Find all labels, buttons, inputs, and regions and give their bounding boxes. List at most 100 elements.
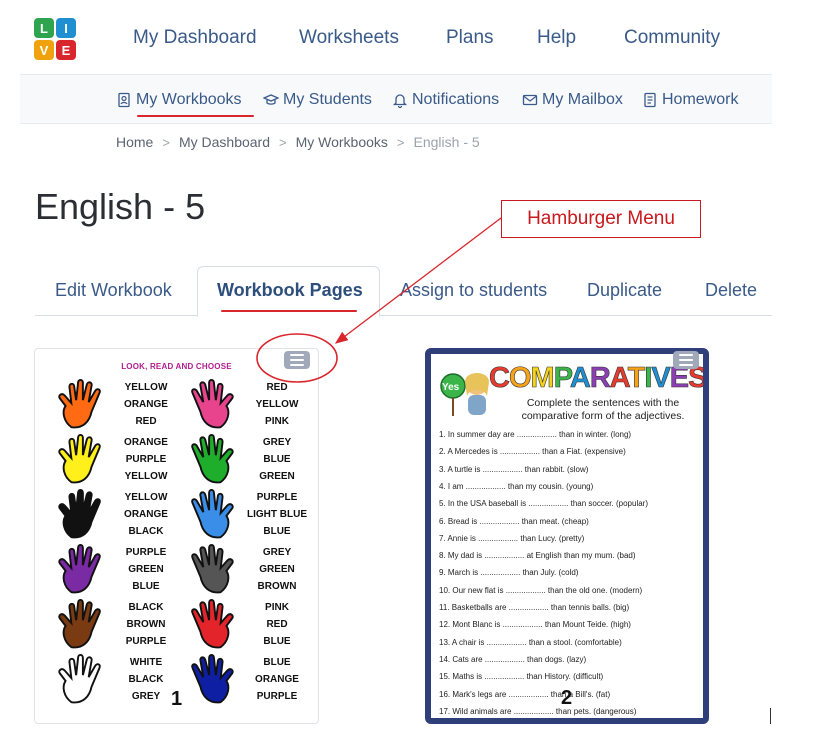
right-hand-3-word-2: LIGHT BLUE <box>247 509 307 520</box>
page2-sentence: 8. My dad is .................. at Engli… <box>439 551 636 561</box>
page2-title-letter: A <box>569 362 592 395</box>
left-hand-4-word-2: GREEN <box>128 564 164 575</box>
page2-hamburger-menu-icon[interactable] <box>673 351 699 369</box>
chevron-right-icon: > <box>279 134 287 150</box>
left-hand-4-icon <box>58 544 101 594</box>
bell-icon <box>392 94 408 108</box>
nav-help[interactable]: Help <box>537 27 576 49</box>
breadcrumb-my-dashboard[interactable]: My Dashboard <box>179 134 270 150</box>
left-hand-6-word-2: BLACK <box>128 674 164 685</box>
subnav-my-mailbox-label: My Mailbox <box>542 91 623 108</box>
right-hand-4-icon <box>191 544 234 594</box>
right-hand-5-word-3: BLUE <box>263 636 291 647</box>
page-number-1: 1 <box>171 688 183 710</box>
page2-title-letter: C <box>489 362 511 395</box>
right-hand-3-word-1: PURPLE <box>256 492 298 503</box>
right-hand-4-word-2: GREEN <box>259 564 295 575</box>
tab-edit-workbook[interactable]: Edit Workbook <box>55 280 172 301</box>
right-hand-6-word-1: BLUE <box>263 657 291 668</box>
subnav-notifications-label: Notifications <box>412 91 500 108</box>
left-hand-2-word-3: YELLOW <box>124 471 168 482</box>
left-hand-1-icon <box>58 379 101 429</box>
nav-plans[interactable]: Plans <box>446 27 494 49</box>
left-hand-3-word-1: YELLOW <box>124 492 168 503</box>
right-hand-3-icon <box>191 489 234 539</box>
left-hand-5-word-3: PURPLE <box>125 636 167 647</box>
left-hand-1-word-2: ORANGE <box>124 399 168 410</box>
tab-assign-to-students[interactable]: Assign to students <box>400 280 547 301</box>
page2-sentence: 5. In the USA baseball is ..............… <box>439 499 648 509</box>
right-hand-5-word-1: PINK <box>265 602 289 613</box>
chevron-right-icon: > <box>396 134 405 150</box>
logo-letter-e: E <box>56 40 76 60</box>
left-hand-2-icon <box>58 434 101 484</box>
subnav-homework[interactable]: Homework <box>642 91 738 109</box>
subnav-my-workbooks-label: My Workbooks <box>136 91 242 108</box>
right-hand-4-word-1: GREY <box>262 547 292 558</box>
live-logo[interactable]: L I V E <box>34 18 76 60</box>
page2-title-letter: A <box>609 362 629 395</box>
subnav-notifications[interactable]: Notifications <box>392 91 499 109</box>
page2-instructions: Complete the sentences with the comparat… <box>521 397 685 422</box>
tab-duplicate[interactable]: Duplicate <box>587 280 662 301</box>
workbook-pages-underline <box>221 310 357 312</box>
nav-worksheets[interactable]: Worksheets <box>299 27 399 49</box>
right-hand-6-word-2: ORANGE <box>255 674 299 685</box>
left-hand-6-icon <box>58 654 101 704</box>
right-hand-4-word-3: BROWN <box>257 581 297 592</box>
page2-sentence: 14. Cats are .................. than dog… <box>439 654 587 664</box>
subnav-my-mailbox[interactable]: My Mailbox <box>522 91 623 109</box>
page2-title-letter: M <box>530 362 555 395</box>
workbook-page-2[interactable]: Yes COMPARATIVES Complete the sentences … <box>425 348 709 724</box>
page2-title-letter: R <box>589 362 612 395</box>
page2-sentence: 16. Mark's legs are .................. t… <box>439 689 611 699</box>
breadcrumb-home[interactable]: Home <box>116 134 153 150</box>
left-hand-3-word-3: BLACK <box>128 526 164 537</box>
right-hand-2-word-3: GREEN <box>259 471 295 482</box>
left-hand-4-word-3: BLUE <box>132 581 160 592</box>
homework-icon <box>644 92 656 108</box>
page2-sentence: 6. Bread is .................. than meat… <box>439 516 589 526</box>
tab-workbook-pages[interactable]: Workbook Pages <box>217 280 363 301</box>
page1-hamburger-menu-icon[interactable] <box>284 351 310 369</box>
breadcrumb: Home > My Dashboard > My Workbooks > Eng… <box>116 134 480 150</box>
my-workbooks-underline <box>137 115 254 117</box>
workbook-page-1[interactable]: LOOK, READ AND CHOOSE YELLOW ORANGE RED ORA… <box>34 348 319 724</box>
left-hand-2-word-1: ORANGE <box>124 437 168 448</box>
subnav-my-students-label: My Students <box>283 91 372 108</box>
right-hand-2-icon <box>191 434 234 484</box>
tab-delete[interactable]: Delete <box>705 280 757 301</box>
logo-letter-v: V <box>34 40 54 60</box>
left-hand-6-word-1: WHITE <box>129 657 163 668</box>
chevron-right-icon: > <box>162 134 170 150</box>
left-hand-4-word-1: PURPLE <box>125 547 167 558</box>
breadcrumb-current: English - 5 <box>413 134 480 150</box>
page2-title-letter: P <box>553 362 571 395</box>
page2-sentence: 9. March is .................. than July… <box>439 568 579 578</box>
right-hand-6-word-3: PURPLE <box>256 691 298 702</box>
left-hand-1-word-3: RED <box>135 416 157 427</box>
right-hand-2-word-1: GREY <box>262 437 292 448</box>
workbook-icon <box>118 92 130 108</box>
page1-heading: LOOK, READ AND CHOOSE <box>121 362 232 371</box>
envelope-icon <box>522 94 538 106</box>
left-hand-3-word-2: ORANGE <box>124 509 168 520</box>
page2-sentence: 3. A turtle is .................. than r… <box>439 464 589 474</box>
subnav-my-students[interactable]: My Students <box>263 91 372 109</box>
breadcrumb-my-workbooks[interactable]: My Workbooks <box>296 134 388 150</box>
graduation-cap-icon <box>263 94 279 105</box>
page2-sentence: 11. Basketballs are .................. t… <box>439 603 630 612</box>
nav-my-dashboard[interactable]: My Dashboard <box>133 27 257 49</box>
right-hand-3-word-3: BLUE <box>263 526 291 537</box>
logo-letter-i: I <box>56 18 76 38</box>
hamburger-menu-callout: Hamburger Menu <box>501 200 701 238</box>
right-hand-5-icon <box>191 599 234 649</box>
right-hand-1-word-1: RED <box>266 382 288 393</box>
page2-sentence: 13. A chair is .................. than a… <box>439 637 622 647</box>
page-title: English - 5 <box>35 186 206 227</box>
page-number-2: 2 <box>561 687 573 709</box>
nav-community[interactable]: Community <box>624 27 720 49</box>
left-hand-1-word-1: YELLOW <box>124 382 168 393</box>
subnav-my-workbooks[interactable]: My Workbooks <box>116 91 242 109</box>
page2-title-letter: T <box>627 362 645 395</box>
